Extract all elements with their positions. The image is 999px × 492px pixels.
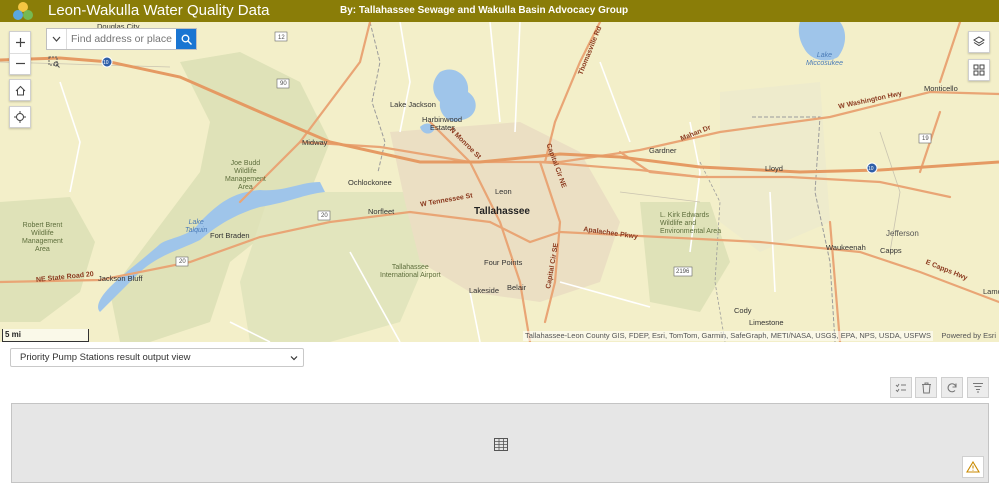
locate-button[interactable] bbox=[9, 106, 31, 128]
app-title: Leon-Wakulla Water Quality Data bbox=[48, 2, 270, 19]
select-all-button[interactable] bbox=[890, 377, 912, 398]
map-label-lakeside: Lakeside bbox=[469, 286, 500, 295]
map-label-midway: Midway bbox=[302, 138, 328, 147]
refresh-icon bbox=[947, 382, 957, 392]
warning-icon bbox=[966, 461, 980, 473]
chevron-down-icon bbox=[290, 356, 298, 361]
map-label-capps: Capps bbox=[880, 246, 902, 255]
powered-by-esri[interactable]: Powered by Esri bbox=[941, 331, 996, 341]
search-source-dropdown[interactable] bbox=[47, 29, 67, 49]
shield-label-90: 90 bbox=[280, 81, 287, 87]
shield-label-12: 12 bbox=[278, 35, 285, 41]
map-label-monticello: Monticello bbox=[924, 84, 958, 93]
zoom-out-button[interactable] bbox=[10, 54, 30, 75]
map-view[interactable]: Douglas City Lake Jackson Harbinwood Est… bbox=[0, 22, 999, 342]
show-columns-button[interactable] bbox=[967, 377, 989, 398]
plus-icon bbox=[15, 37, 25, 47]
map-label-lake-talquin: Lake Talquin bbox=[185, 219, 208, 234]
map-label-leon: Leon bbox=[495, 187, 512, 196]
scale-bar: 5 mi bbox=[2, 329, 89, 342]
search-button[interactable] bbox=[176, 29, 196, 49]
map-label-jackson-bluff: Jackson Bluff bbox=[98, 274, 143, 283]
map-label-gardner: Gardner bbox=[649, 146, 677, 155]
map-label-tallahassee: Tallahassee bbox=[474, 206, 530, 217]
map-label-jefferson: Jefferson bbox=[886, 229, 919, 238]
zoom-controls bbox=[9, 31, 31, 75]
shield-label-20a: 20 bbox=[321, 213, 328, 219]
warning-button[interactable] bbox=[962, 456, 984, 478]
delete-button[interactable] bbox=[915, 377, 937, 398]
grid-icon bbox=[973, 64, 985, 76]
locate-icon bbox=[14, 111, 26, 123]
home-button[interactable] bbox=[9, 79, 31, 101]
select-by-area-icon[interactable] bbox=[48, 56, 60, 68]
map-label-norfleet: Norfleet bbox=[368, 207, 395, 216]
map-label-lloyd: Lloyd bbox=[765, 164, 783, 173]
map-label-four-points: Four Points bbox=[484, 258, 523, 267]
layer-select-dropdown[interactable]: Priority Pump Stations result output vie… bbox=[10, 348, 304, 367]
shield-label-2196: 2196 bbox=[676, 269, 690, 275]
map-label-ochlockonee: Ochlockonee bbox=[348, 178, 392, 187]
map-label-fort-braden: Fort Braden bbox=[210, 231, 250, 240]
map-label-tlh-airport: Tallahassee International Airport bbox=[380, 264, 441, 279]
feature-table bbox=[11, 403, 989, 483]
columns-icon bbox=[973, 383, 983, 393]
map-label-cody: Cody bbox=[734, 306, 752, 315]
map-label-kirk-edwards: L. Kirk Edwards Wildlife and Environment… bbox=[660, 212, 722, 235]
map-label-waukeenah: Waukeenah bbox=[826, 243, 866, 252]
app-logo-icon bbox=[13, 2, 33, 20]
refresh-button[interactable] bbox=[941, 377, 963, 398]
search-widget bbox=[46, 28, 197, 50]
map-label-joe-budd: Joe Budd Wildlife Management Area bbox=[225, 160, 266, 191]
layer-select-value: Priority Pump Stations result output vie… bbox=[20, 352, 191, 363]
map-label-robert-brent: Robert Brent Wildlife Management Area bbox=[22, 222, 63, 253]
map-label-limestone: Limestone bbox=[749, 318, 784, 327]
map-label-lake-miccosukee: Lake Miccosukee bbox=[806, 52, 843, 67]
chevron-down-icon bbox=[52, 36, 61, 42]
shield-label-19: 19 bbox=[922, 136, 929, 142]
map-label-lamont: Lamo bbox=[983, 287, 999, 296]
app-subtitle: By: Tallahassee Sewage and Wakulla Basin… bbox=[340, 5, 629, 16]
layers-icon bbox=[973, 36, 985, 47]
search-input[interactable] bbox=[67, 29, 176, 49]
checklist-icon bbox=[895, 383, 906, 392]
layer-list-button[interactable] bbox=[968, 31, 990, 53]
map-label-belair: Belair bbox=[507, 283, 527, 292]
zoom-in-button[interactable] bbox=[10, 32, 30, 54]
app-header: Leon-Wakulla Water Quality Data By: Tall… bbox=[0, 0, 999, 22]
table-icon bbox=[494, 438, 508, 451]
basemap bbox=[0, 22, 999, 342]
shield-label-20b: 20 bbox=[179, 259, 186, 265]
basemap-gallery-button[interactable] bbox=[968, 59, 990, 81]
search-icon bbox=[181, 34, 192, 45]
map-label-lake-jackson: Lake Jackson bbox=[390, 100, 436, 109]
minus-icon bbox=[15, 63, 25, 65]
home-icon bbox=[15, 85, 25, 95]
map-attribution[interactable]: Tallahassee-Leon County GIS, FDEP, Esri,… bbox=[523, 331, 933, 341]
trash-icon bbox=[921, 382, 931, 393]
shield-label-i10-e: 10 bbox=[868, 166, 874, 172]
shield-label-i10-w: 10 bbox=[103, 60, 109, 66]
